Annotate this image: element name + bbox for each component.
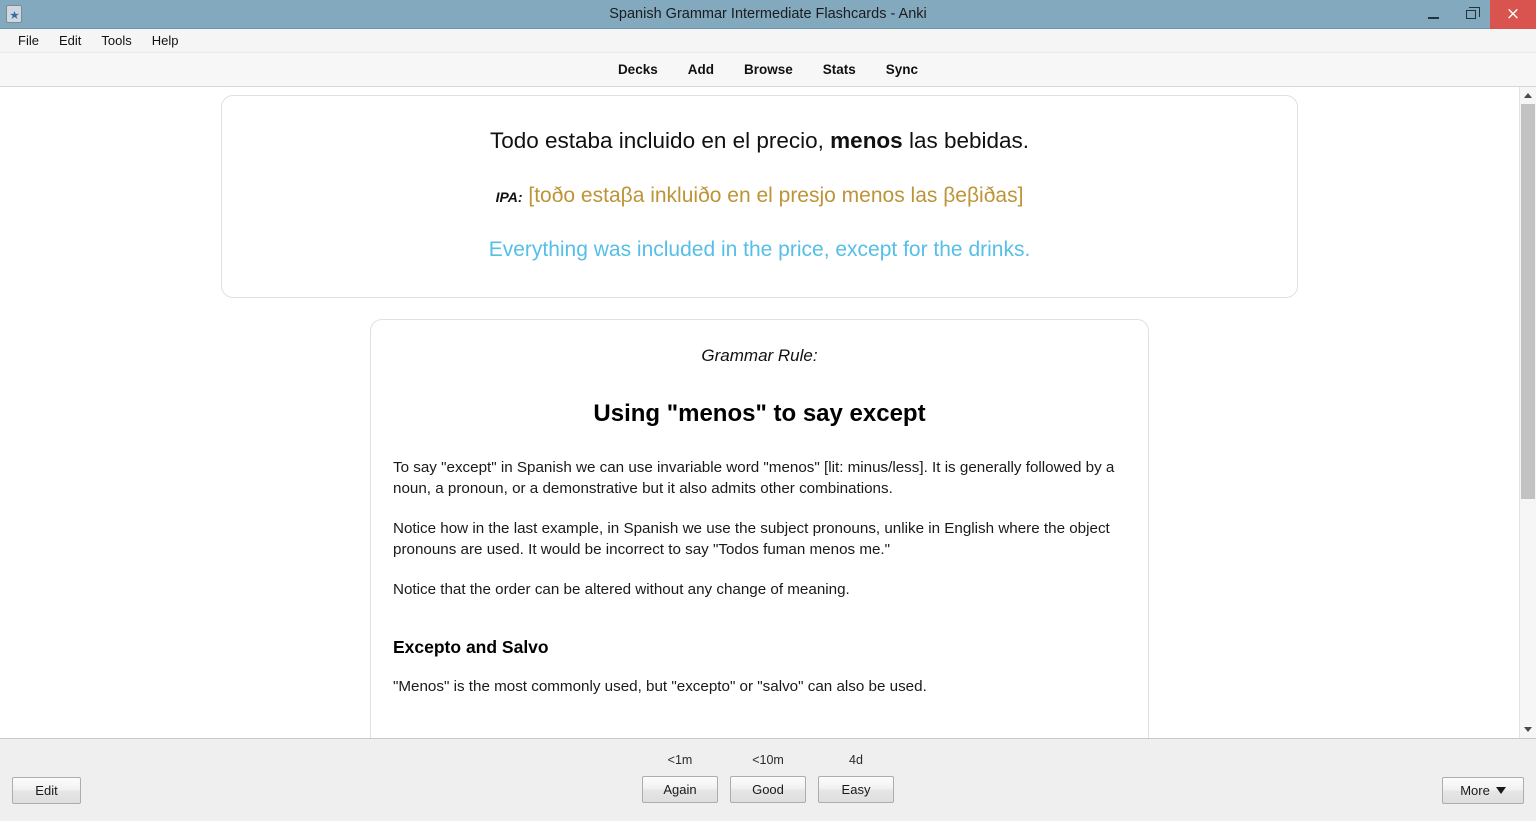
grammar-rule-subheading: Excepto and Salvo [393, 636, 549, 657]
menu-bar: File Edit Tools Help [0, 29, 1536, 53]
grammar-rule-paragraph-1: To say "except" in Spanish we can use in… [393, 458, 1115, 497]
caret-down-icon [1495, 787, 1506, 794]
answer-column-good: <10m Good [730, 753, 806, 803]
english-translation: Everything was included in the price, ex… [488, 237, 1031, 261]
scrollbar-thumb[interactable] [1521, 104, 1535, 499]
nav-link-browse[interactable]: Browse [744, 62, 793, 77]
anki-icon [6, 5, 22, 23]
ipa-label: IPA: [495, 189, 523, 206]
ipa-line: IPA: [toðo estaβa inkluiðo en el presjo … [252, 182, 1267, 209]
restore-button[interactable] [1452, 0, 1490, 29]
content-area: Todo estaba incluido en el precio, menos… [0, 87, 1536, 738]
grammar-rule-card: Grammar Rule: Using "menos" to say excep… [370, 318, 1149, 738]
interval-good: <10m [752, 753, 784, 767]
close-button[interactable]: × [1490, 0, 1536, 29]
vertical-scrollbar[interactable] [1519, 87, 1536, 738]
title-bar: Spanish Grammar Intermediate Flashcards … [0, 0, 1536, 29]
grammar-rule-paragraph-2: Notice how in the last example, in Spani… [393, 519, 1110, 558]
nav-link-add[interactable]: Add [688, 62, 714, 77]
easy-button[interactable]: Easy [818, 776, 894, 803]
nav-link-stats[interactable]: Stats [823, 62, 856, 77]
scroll-up-icon [1524, 93, 1532, 98]
window-title: Spanish Grammar Intermediate Flashcards … [609, 6, 927, 22]
grammar-rule-title: Using "menos" to say except [593, 399, 926, 427]
sentence-text-before: Todo estaba incluido en el precio, [489, 128, 831, 153]
ipa-transcription: [toðo estaβa inkluiðo en el presjo menos… [528, 184, 1024, 208]
flashcard-answer-card: Todo estaba incluido en el precio, menos… [221, 95, 1298, 298]
main-nav-bar: Decks Add Browse Stats Sync [0, 53, 1536, 87]
again-button[interactable]: Again [642, 776, 718, 803]
interval-again: <1m [667, 753, 693, 767]
window-controls: × [1414, 0, 1536, 29]
more-button-label: More [1460, 783, 1490, 798]
nav-link-decks[interactable]: Decks [618, 62, 658, 77]
answer-column-easy: 4d Easy [818, 753, 894, 803]
menu-item-edit[interactable]: Edit [49, 31, 91, 50]
menu-item-help[interactable]: Help [142, 31, 189, 50]
scroll-down-icon [1524, 727, 1532, 732]
scrollbar-track[interactable] [1520, 104, 1536, 721]
more-button[interactable]: More [1442, 777, 1524, 804]
menu-item-tools[interactable]: Tools [91, 31, 141, 50]
grammar-rule-paragraph-4: "Menos" is the most commonly used, but "… [393, 677, 927, 695]
menu-item-file[interactable]: File [8, 31, 49, 50]
grammar-rule-paragraph-3: Notice that the order can be altered wit… [393, 580, 850, 598]
sentence-text-after: las bebidas. [902, 128, 1030, 153]
spanish-sentence: Todo estaba incluido en el precio, menos… [252, 126, 1267, 156]
review-bottom-bar: Edit <1m Again <10m Good 4d Easy More [0, 738, 1536, 821]
sentence-keyword: menos [830, 128, 903, 153]
answer-column-again: <1m Again [642, 753, 718, 803]
answer-buttons-group: <1m Again <10m Good 4d Easy [0, 753, 1536, 803]
scroll-down-button[interactable] [1520, 721, 1536, 738]
nav-link-sync[interactable]: Sync [886, 62, 918, 77]
scroll-up-button[interactable] [1520, 87, 1536, 104]
minimize-button[interactable] [1414, 0, 1452, 29]
interval-easy: 4d [849, 753, 863, 767]
good-button[interactable]: Good [730, 776, 806, 803]
grammar-rule-label: Grammar Rule: [701, 345, 818, 365]
card-review-pane: Todo estaba incluido en el precio, menos… [0, 87, 1519, 738]
